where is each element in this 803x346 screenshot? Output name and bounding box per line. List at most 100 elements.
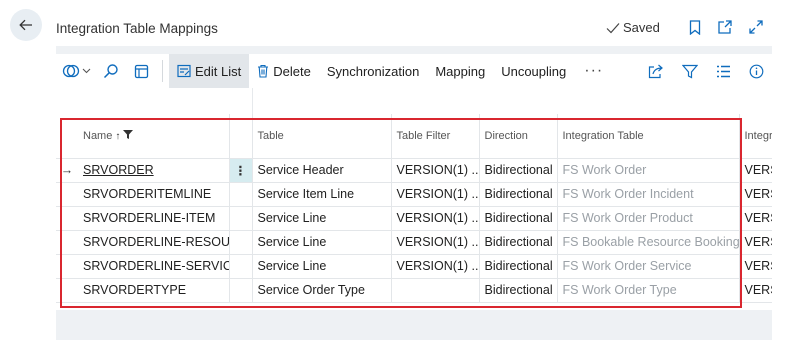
synchronization-menu[interactable]: Synchronization <box>319 54 428 88</box>
more-options-button[interactable]: ··· <box>574 54 613 88</box>
table-row[interactable]: SRVORDERLINE-ITEM Service Line VERSION(1… <box>56 206 772 231</box>
cell-integration-table[interactable]: FS Work Order Type <box>557 278 740 303</box>
filter-icon[interactable] <box>682 64 698 79</box>
filter-pane-icon <box>62 64 79 78</box>
cell-table[interactable]: Service Line <box>252 206 392 231</box>
cell-table-filter[interactable]: VERSION(1) ... <box>391 230 480 255</box>
toolbar-divider <box>162 60 163 82</box>
column-header-direction[interactable]: Direction <box>479 114 558 159</box>
cell-table-filter[interactable]: VERSION(1) ... <box>391 254 480 279</box>
row-indicator <box>56 278 78 303</box>
table-row[interactable]: → SRVORDER ⋮ Service Header VERSION(1) .… <box>56 158 772 183</box>
column-name-label: Name <box>83 129 113 142</box>
open-new-window-icon <box>718 20 732 34</box>
edit-list-icon <box>177 64 191 78</box>
row-actions-cell <box>229 182 253 207</box>
indicator-header <box>56 114 78 159</box>
column-header-integration-filter[interactable]: Integra <box>739 114 772 159</box>
open-new-window-button[interactable] <box>716 18 734 36</box>
back-button[interactable] <box>10 9 42 41</box>
list-top-spacer <box>56 88 772 114</box>
cell-table[interactable]: Service Line <box>252 254 392 279</box>
info-icon[interactable] <box>749 64 764 79</box>
cell-table[interactable]: Service Header <box>252 158 392 183</box>
edit-list-button[interactable]: Edit List <box>169 54 250 88</box>
table-row[interactable]: SRVORDERLINE-RESOURC Service Line VERSIO… <box>56 230 772 255</box>
cell-integration-filter[interactable]: VERS <box>739 206 772 231</box>
cell-table[interactable]: Service Item Line <box>252 182 392 207</box>
mapping-label: Mapping <box>435 63 486 79</box>
cell-direction[interactable]: Bidirectional <box>479 230 558 255</box>
column-header-table-filter[interactable]: Table Filter <box>391 114 480 159</box>
row-actions-button[interactable]: ⋮ <box>229 158 253 183</box>
cell-table-filter[interactable]: VERSION(1) ... <box>391 182 480 207</box>
expand-button[interactable] <box>747 18 765 36</box>
cell-name[interactable]: SRVORDERTYPE <box>78 278 230 303</box>
cell-integration-filter[interactable]: VERS <box>739 278 772 303</box>
cell-name[interactable]: SRVORDERLINE-RESOURC <box>78 230 230 255</box>
uncoupling-menu[interactable]: Uncoupling <box>493 54 574 88</box>
saved-status: Saved <box>606 20 660 35</box>
row-indicator <box>56 254 78 279</box>
current-row-arrow-icon: → <box>56 158 78 183</box>
cell-integration-filter[interactable]: VERS <box>739 182 772 207</box>
page-title: Integration Table Mappings <box>56 21 218 36</box>
column-header-name[interactable]: Name ↑ <box>78 114 230 159</box>
cell-direction[interactable]: Bidirectional <box>479 254 558 279</box>
mappings-grid: Name ↑ Table Table Filter Direction Inte… <box>56 114 772 310</box>
cell-direction[interactable]: Bidirectional <box>479 182 558 207</box>
uncoupling-label: Uncoupling <box>501 63 567 79</box>
header-row: Name ↑ Table Table Filter Direction Inte… <box>56 114 772 159</box>
bookmark-button[interactable] <box>686 18 704 36</box>
cell-table[interactable]: Service Order Type <box>252 278 392 303</box>
cell-name[interactable]: SRVORDERLINE-SERVICE <box>78 254 230 279</box>
bookmark-icon <box>689 19 701 35</box>
table-row[interactable]: SRVORDERTYPE Service Order Type Bidirect… <box>56 278 772 303</box>
checkmark-icon <box>606 22 620 33</box>
row-actions-cell <box>229 230 253 255</box>
cell-direction[interactable]: Bidirectional <box>479 278 558 303</box>
synchronization-label: Synchronization <box>326 63 420 79</box>
cell-table-filter[interactable] <box>391 278 480 303</box>
share-icon[interactable] <box>648 64 664 79</box>
sort-ascending-icon: ↑ <box>115 130 121 142</box>
open-in-page-button[interactable] <box>126 54 156 88</box>
delete-button[interactable]: Delete <box>249 54 319 88</box>
row-indicator <box>56 182 78 207</box>
cell-name[interactable]: SRVORDERITEMLINE <box>78 182 230 207</box>
name-menu-header <box>229 114 253 159</box>
action-bar: Edit List Delete Synchronization Mapping… <box>56 54 772 88</box>
table-row[interactable]: SRVORDERITEMLINE Service Item Line VERSI… <box>56 182 772 207</box>
list-view-icon[interactable] <box>716 65 731 78</box>
trash-icon <box>258 64 269 78</box>
cell-name[interactable]: SRVORDERLINE-ITEM <box>78 206 230 231</box>
form-view-icon <box>134 64 148 78</box>
cell-integration-filter[interactable]: VERS <box>739 158 772 183</box>
cell-table[interactable]: Service Line <box>252 230 392 255</box>
cell-integration-table[interactable]: FS Work Order <box>557 158 740 183</box>
search-button[interactable] <box>96 54 126 88</box>
mapping-menu[interactable]: Mapping <box>427 54 493 88</box>
view-options-button[interactable] <box>56 54 96 88</box>
expand-icon <box>749 20 763 34</box>
cell-integration-table[interactable]: FS Work Order Service <box>557 254 740 279</box>
column-header-integration-table[interactable]: Integration Table <box>557 114 740 159</box>
cell-integration-filter[interactable]: VERS <box>739 230 772 255</box>
cell-integration-filter[interactable]: VERS <box>739 254 772 279</box>
cell-direction[interactable]: Bidirectional <box>479 158 558 183</box>
cell-table-filter[interactable]: VERSION(1) ... <box>391 206 480 231</box>
cell-integration-table[interactable]: FS Bookable Resource Booking <box>557 230 740 255</box>
row-indicator <box>56 230 78 255</box>
delete-label: Delete <box>273 63 311 79</box>
row-actions-cell <box>229 278 253 303</box>
row-actions-cell <box>229 254 253 279</box>
row-indicator <box>56 206 78 231</box>
cell-integration-table[interactable]: FS Work Order Incident <box>557 182 740 207</box>
chevron-down-icon <box>82 68 90 74</box>
cell-direction[interactable]: Bidirectional <box>479 206 558 231</box>
column-header-table[interactable]: Table <box>252 114 392 159</box>
cell-name[interactable]: SRVORDER <box>78 158 230 183</box>
table-row[interactable]: SRVORDERLINE-SERVICE Service Line VERSIO… <box>56 254 772 279</box>
cell-table-filter[interactable]: VERSION(1) ... <box>391 158 480 183</box>
cell-integration-table[interactable]: FS Work Order Product <box>557 206 740 231</box>
